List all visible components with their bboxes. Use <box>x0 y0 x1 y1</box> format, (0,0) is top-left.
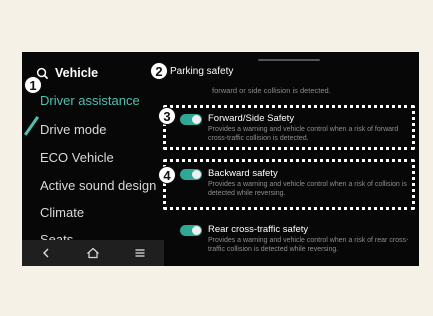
home-icon[interactable] <box>86 247 99 259</box>
card-description: Provides a warning and vehicle control w… <box>208 237 409 253</box>
sidebar-item-active-sound-design[interactable]: Active sound design <box>40 178 156 193</box>
active-indicator <box>24 115 40 136</box>
sidebar-item-eco-vehicle[interactable]: ECO Vehicle <box>40 150 114 165</box>
sidebar-item-drive-mode[interactable]: Drive mode <box>40 122 106 137</box>
menu-icon[interactable] <box>134 247 146 259</box>
callout-4: 4 <box>158 166 176 184</box>
sidebar: Vehicle Driver assistance Drive mode ECO… <box>22 52 164 266</box>
sidebar-item-climate[interactable]: Climate <box>40 205 84 220</box>
callout-3: 3 <box>158 107 176 125</box>
callout-1: 1 <box>24 76 42 94</box>
nav-bar <box>22 240 164 266</box>
highlight-box-backward <box>163 159 415 210</box>
sidebar-header[interactable]: Vehicle <box>36 66 98 80</box>
card-title: Rear cross-traffic safety <box>208 224 309 235</box>
vehicle-settings-screen: Vehicle Driver assistance Drive mode ECO… <box>22 52 419 266</box>
rear-cross-traffic-safety-toggle[interactable] <box>180 225 202 236</box>
sidebar-heading: Vehicle <box>55 66 99 80</box>
drag-handle[interactable] <box>258 59 320 61</box>
sidebar-item-driver-assistance[interactable]: Driver assistance <box>40 93 140 108</box>
back-icon[interactable] <box>40 247 52 259</box>
highlight-box-forward <box>163 105 415 150</box>
page-title: Parking safety <box>170 66 234 77</box>
callout-2: 2 <box>150 62 168 80</box>
scrolled-description: forward or side collision is detected. <box>212 86 331 95</box>
